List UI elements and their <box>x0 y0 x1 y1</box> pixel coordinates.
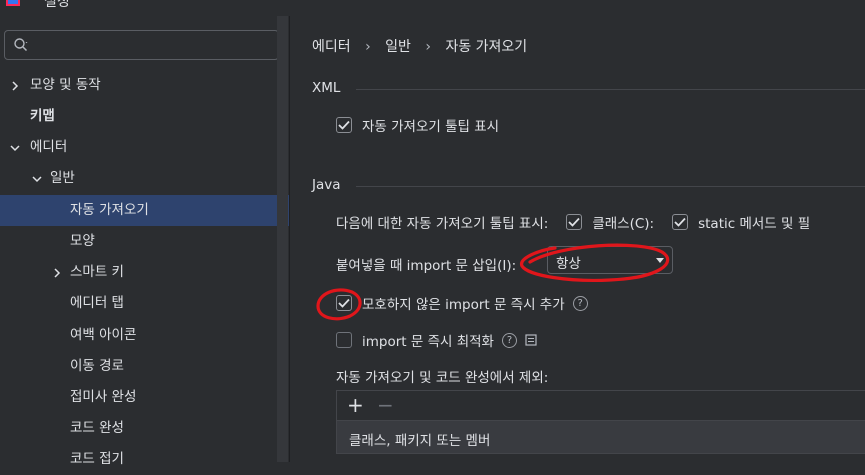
breadcrumb: 에디터 › 일반 › 자동 가져오기 <box>312 36 527 56</box>
checkmark-icon <box>674 217 686 227</box>
sidebar-item-label: 에디터 <box>30 139 68 155</box>
optimize-imports-option[interactable]: import 문 즉시 최적화 ? <box>336 330 537 350</box>
chevron-down-icon <box>30 163 44 194</box>
sidebar-item-appearance[interactable]: 모양 및 동작 <box>0 70 289 101</box>
paste-import-label: 붙여넣을 때 import 문 삽입(I): <box>336 258 517 274</box>
xml-tooltip-checkbox[interactable] <box>336 117 352 133</box>
sidebar-item-label: 일반 <box>50 170 75 186</box>
sidebar-item-smart-keys[interactable]: 스마트 키 <box>0 257 289 288</box>
java-tooltip-row-label: 다음에 대한 자동 가져오기 툴팁 표시: <box>336 216 549 232</box>
add-icon[interactable]: + <box>347 393 364 417</box>
sidebar-item-label: 모양 <box>70 233 95 249</box>
sidebar-item-editor-tabs[interactable]: 에디터 탭 <box>0 288 289 319</box>
java-tooltip-row: 다음에 대한 자동 가져오기 툴팁 표시: 클래스(C): static 메서드… <box>336 212 810 232</box>
unambiguous-import-option[interactable]: 모호하지 않은 import 문 즉시 추가 ? <box>336 293 588 313</box>
sidebar-scrollbar[interactable] <box>277 16 288 462</box>
checkmark-icon <box>568 217 580 227</box>
xml-tooltip-option[interactable]: 자동 가져오기 툴팁 표시 <box>336 115 499 135</box>
static-methods-checkbox[interactable] <box>672 214 689 230</box>
chevron-right-icon <box>50 257 64 288</box>
xml-tooltip-label: 자동 가져오기 툴팁 표시 <box>362 119 500 135</box>
unambiguous-import-checkbox[interactable] <box>336 295 352 311</box>
section-divider <box>356 89 865 90</box>
exclude-row: 자동 가져오기 및 코드 완성에서 제외: <box>336 366 548 386</box>
sidebar-item-label: 자동 가져오기 <box>70 202 149 218</box>
search-icon <box>14 38 28 52</box>
chevron-right-icon <box>8 70 22 101</box>
sidebar-item-appearance-editor[interactable]: 모양 <box>0 226 289 257</box>
exclude-list-header: 클래스, 패키지 또는 멤버 <box>336 420 865 454</box>
sidebar-item-auto-import[interactable]: 자동 가져오기 <box>0 195 289 226</box>
sidebar-item-label: 여백 아이콘 <box>70 327 137 343</box>
static-methods-label: static 메서드 및 필 <box>698 216 811 232</box>
app-logo-icon <box>6 0 20 6</box>
settings-content: 에디터 › 일반 › 자동 가져오기 XML 자동 가져오기 툴팁 표시 Jav… <box>289 16 865 462</box>
paste-import-row: 붙여넣을 때 import 문 삽입(I): <box>336 254 516 274</box>
paste-import-value: 항상 <box>556 256 581 272</box>
sidebar-item-code-folding[interactable]: 코드 접기 <box>0 444 289 475</box>
settings-sidebar: 모양 및 동작 키맵 에디터 일반 자동 가져오기 모양 스마트 키 에디터 탭… <box>0 16 289 467</box>
breadcrumb-general[interactable]: 일반 <box>385 39 411 55</box>
sidebar-item-label: 코드 완성 <box>70 420 124 436</box>
title-bar: 설정 <box>0 0 865 16</box>
sidebar-item-breadcrumbs[interactable]: 이동 경로 <box>0 351 289 382</box>
search-box[interactable] <box>4 30 279 60</box>
chevron-right-icon: › <box>365 39 371 55</box>
sidebar-item-label: 접미사 완성 <box>70 389 137 405</box>
settings-link-icon[interactable] <box>525 334 537 346</box>
chevron-down-icon <box>656 258 664 263</box>
sidebar-item-editor[interactable]: 에디터 <box>0 132 289 163</box>
help-icon[interactable]: ? <box>501 332 517 348</box>
sidebar-item-label: 코드 접기 <box>70 451 124 467</box>
section-divider <box>356 186 865 187</box>
sidebar-item-label: 이동 경로 <box>70 358 124 374</box>
classes-label: 클래스(C): <box>592 216 655 232</box>
search-input[interactable] <box>39 34 273 58</box>
optimize-imports-checkbox[interactable] <box>336 332 352 348</box>
classes-checkbox[interactable] <box>566 214 583 230</box>
breadcrumb-auto-import: 자동 가져오기 <box>445 39 528 55</box>
optimize-imports-label: import 문 즉시 최적화 <box>362 334 494 350</box>
checkmark-icon <box>338 298 350 308</box>
sidebar-item-label: 에디터 탭 <box>70 295 124 311</box>
list-header-label: 클래스, 패키지 또는 멤버 <box>349 433 491 449</box>
unambiguous-import-label: 모호하지 않은 import 문 즉시 추가 <box>362 297 565 313</box>
sidebar-item-gutter-icons[interactable]: 여백 아이콘 <box>0 320 289 351</box>
section-title-java: Java <box>312 177 341 193</box>
help-icon[interactable]: ? <box>572 295 588 311</box>
breadcrumb-editor[interactable]: 에디터 <box>312 39 351 55</box>
paste-import-select[interactable]: 항상 <box>547 246 673 274</box>
sidebar-item-label: 모양 및 동작 <box>30 77 101 93</box>
exclude-list-toolbar: + − <box>336 390 865 420</box>
sidebar-item-label: 키맵 <box>30 108 55 124</box>
chevron-right-icon: › <box>425 39 431 55</box>
sidebar-item-label: 스마트 키 <box>70 264 124 280</box>
sidebar-item-code-completion[interactable]: 코드 완성 <box>0 413 289 444</box>
checkmark-icon <box>338 120 350 130</box>
sidebar-item-general[interactable]: 일반 <box>0 163 289 194</box>
window-title: 설정 <box>44 0 70 10</box>
chevron-down-icon <box>8 132 22 163</box>
sidebar-item-keymap[interactable]: 키맵 <box>0 101 289 132</box>
sidebar-item-postfix-completion[interactable]: 접미사 완성 <box>0 382 289 413</box>
exclude-label: 자동 가져오기 및 코드 완성에서 제외: <box>336 370 549 386</box>
section-title-xml: XML <box>312 80 341 96</box>
remove-icon[interactable]: − <box>377 393 394 417</box>
